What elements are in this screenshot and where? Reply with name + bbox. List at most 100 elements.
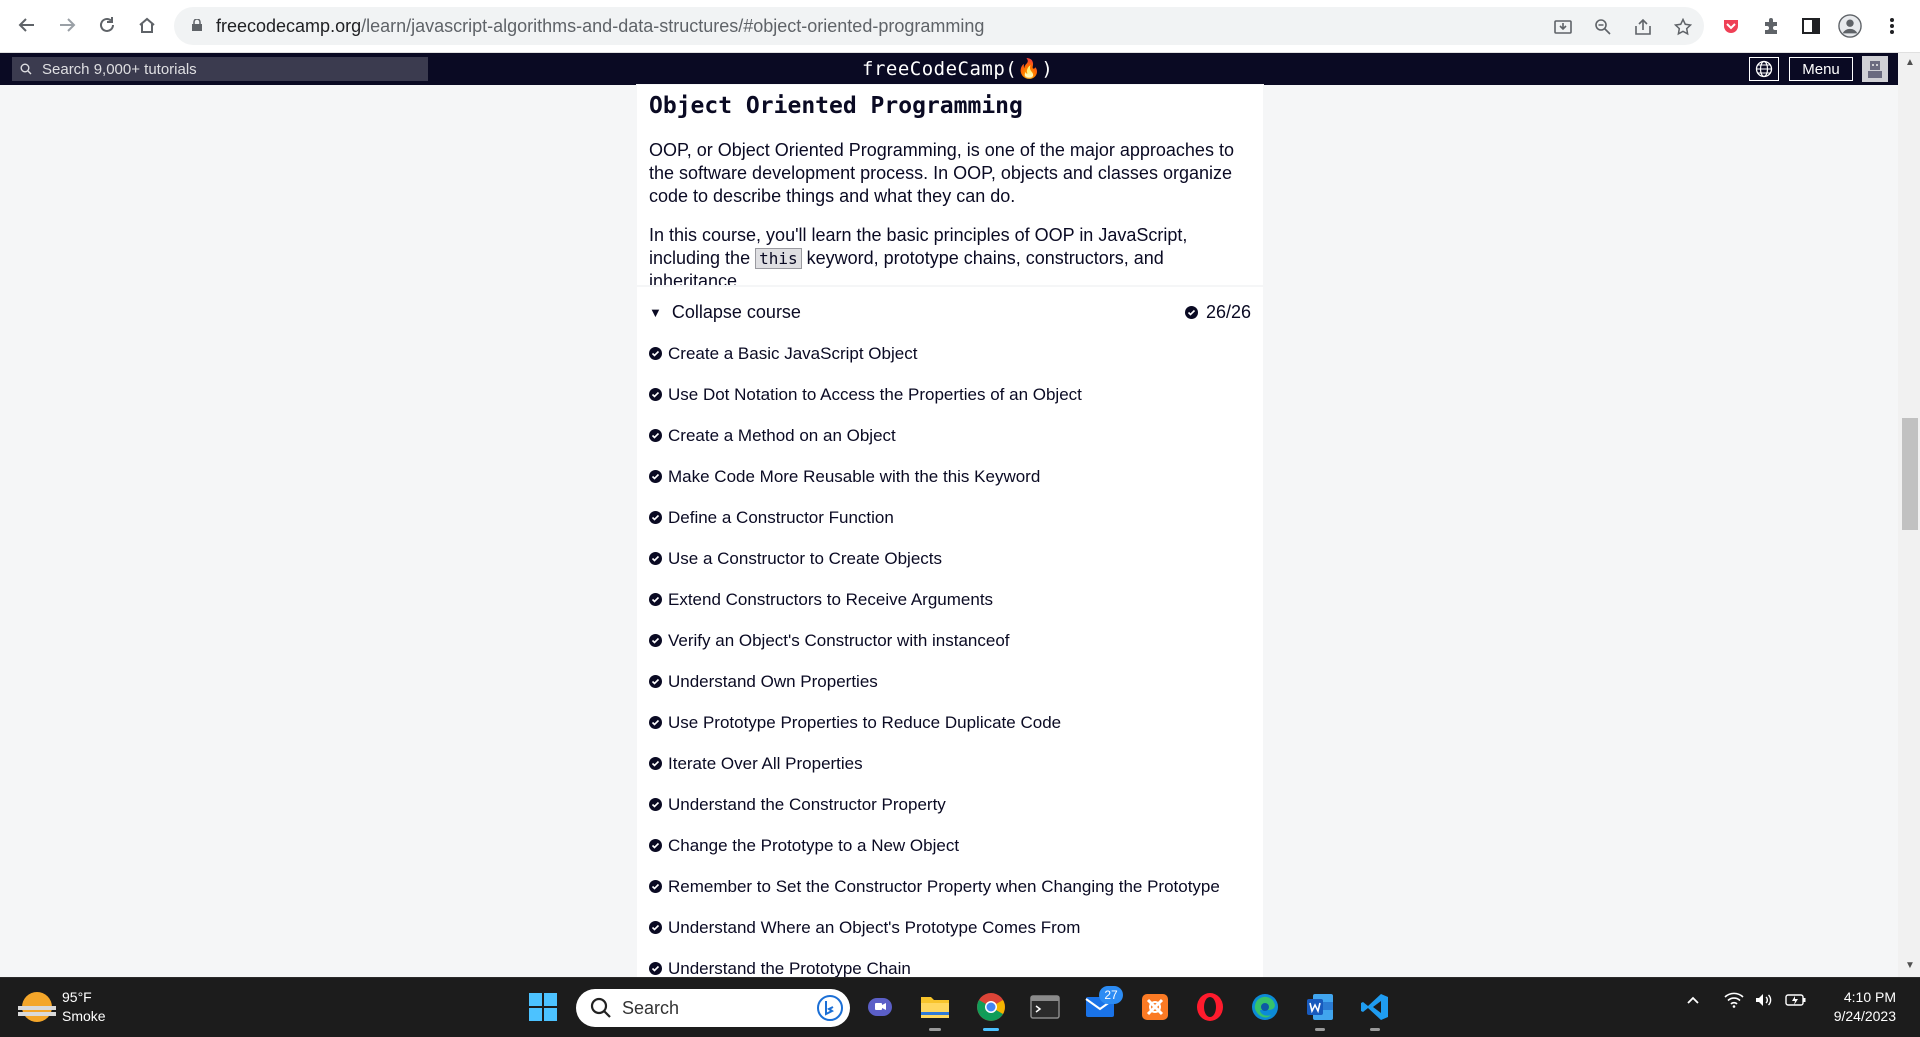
- file-explorer-icon[interactable]: [918, 990, 952, 1024]
- profile-icon[interactable]: [1838, 14, 1862, 38]
- pocket-icon[interactable]: [1719, 14, 1743, 38]
- lesson-item[interactable]: Understand the Constructor Property: [649, 784, 1249, 825]
- collapse-course-toggle[interactable]: ▼ Collapse course: [649, 302, 801, 323]
- course-detail: In this course, you'll learn the basic p…: [649, 224, 1249, 293]
- lesson-item[interactable]: Create a Method on an Object: [649, 415, 1249, 456]
- avatar[interactable]: [1862, 56, 1888, 82]
- page-margin-right: [1263, 85, 1898, 977]
- taskbar-search-box[interactable]: Search: [576, 989, 850, 1027]
- lesson-title: Use Dot Notation to Access the Propertie…: [668, 384, 1082, 404]
- wifi-icon[interactable]: [1724, 992, 1744, 1013]
- lesson-item[interactable]: Verify an Object's Constructor with inst…: [649, 620, 1249, 661]
- weather-smoke-icon: [18, 992, 56, 1022]
- word-running-indicator: [1315, 1028, 1325, 1031]
- search-placeholder: Search 9,000+ tutorials: [42, 60, 197, 78]
- lesson-title: Create a Basic JavaScript Object: [668, 343, 918, 363]
- lesson-title: Understand Own Properties: [668, 671, 878, 691]
- search-icon: [590, 997, 611, 1018]
- windows-taskbar: 95°F Smoke Search 27 4:10 PM 9/24/2023: [0, 977, 1920, 1037]
- menu-button[interactable]: Menu: [1789, 57, 1853, 81]
- chevron-up-icon[interactable]: [1685, 992, 1701, 1013]
- mail-unread-badge: 27: [1099, 986, 1123, 1004]
- lesson-item[interactable]: Use a Constructor to Create Objects: [649, 538, 1249, 579]
- xampp-icon[interactable]: [1138, 990, 1172, 1024]
- lesson-item[interactable]: Remember to Set the Constructor Property…: [649, 866, 1249, 907]
- windows-start-icon[interactable]: [526, 990, 560, 1024]
- bookmark-star-icon[interactable]: [1672, 16, 1694, 38]
- scrollbar-thumb[interactable]: [1902, 418, 1918, 530]
- share-icon[interactable]: [1632, 16, 1654, 38]
- bing-icon[interactable]: [816, 994, 844, 1022]
- install-icon[interactable]: [1552, 16, 1574, 38]
- search-icon: [20, 63, 32, 75]
- puzzle-extensions-icon[interactable]: [1759, 14, 1783, 38]
- lesson-item[interactable]: Extend Constructors to Receive Arguments: [649, 579, 1249, 620]
- battery-icon[interactable]: [1785, 992, 1807, 1013]
- fcc-logo[interactable]: freeCodeCamp(🔥): [862, 57, 1053, 80]
- check-circle-icon: [649, 716, 662, 729]
- lesson-list: Create a Basic JavaScript Object Use Dot …: [649, 333, 1249, 977]
- progress-count: 26/26: [1205, 302, 1251, 322]
- lesson-item[interactable]: Define a Constructor Function: [649, 497, 1249, 538]
- weather-desc: Smoke: [62, 1008, 106, 1024]
- this-keyword-code: this: [755, 248, 802, 269]
- course-title: Object Oriented Programming: [649, 93, 1023, 119]
- lesson-item[interactable]: Understand the Prototype Chain: [649, 948, 1249, 977]
- lesson-item[interactable]: Understand Own Properties: [649, 661, 1249, 702]
- reload-icon[interactable]: [94, 12, 120, 38]
- vscode-running-indicator: [1370, 1028, 1380, 1031]
- back-icon[interactable]: [14, 12, 40, 38]
- url-path: /learn/javascript-algorithms-and-data-st…: [361, 16, 985, 36]
- globe-icon: [1755, 60, 1773, 78]
- check-circle-icon: [649, 470, 662, 483]
- check-circle-icon: [649, 347, 662, 360]
- lesson-title: Define a Constructor Function: [668, 507, 894, 527]
- home-icon[interactable]: [134, 12, 160, 38]
- course-progress: 26/26: [1184, 302, 1251, 323]
- vscode-icon[interactable]: [1358, 990, 1392, 1024]
- url-host: freecodecamp.org: [216, 16, 362, 36]
- triangle-down-icon: ▼: [649, 305, 662, 320]
- lesson-title: Change the Prototype to a New Object: [668, 835, 960, 855]
- check-circle-icon: [649, 552, 662, 565]
- chrome-icon[interactable]: [974, 990, 1008, 1024]
- more-menu-icon[interactable]: [1880, 14, 1904, 38]
- lesson-title: Use Prototype Properties to Reduce Dupli…: [668, 712, 1062, 732]
- side-panel-icon[interactable]: [1799, 14, 1823, 38]
- forward-icon[interactable]: [54, 12, 80, 38]
- check-circle-icon: [649, 388, 662, 401]
- url-text[interactable]: freecodecamp.org/learn/javascript-algori…: [216, 16, 984, 37]
- opera-icon[interactable]: [1193, 990, 1227, 1024]
- language-button[interactable]: [1749, 57, 1779, 81]
- lesson-title: Understand Where an Object's Prototype C…: [668, 917, 1081, 937]
- browser-toolbar: freecodecamp.org/learn/javascript-algori…: [0, 0, 1920, 53]
- lesson-item[interactable]: Change the Prototype to a New Object: [649, 825, 1249, 866]
- address-bar[interactable]: freecodecamp.org/learn/javascript-algori…: [174, 7, 1704, 45]
- lesson-item[interactable]: Create a Basic JavaScript Object: [649, 333, 1249, 374]
- volume-icon[interactable]: [1754, 992, 1774, 1013]
- page-margin-left: [0, 85, 637, 977]
- lesson-item[interactable]: Use Dot Notation to Access the Propertie…: [649, 374, 1249, 415]
- check-circle-icon: [649, 880, 662, 893]
- word-icon[interactable]: [1303, 990, 1337, 1024]
- clock-date: 9/24/2023: [1833, 1008, 1896, 1024]
- chat-icon[interactable]: [863, 990, 897, 1024]
- zoom-icon[interactable]: [1592, 16, 1614, 38]
- check-circle-icon: [1184, 306, 1198, 319]
- terminal-icon[interactable]: [1028, 990, 1062, 1024]
- lesson-title: Make Code More Reusable with the this Ke…: [668, 466, 1041, 486]
- lesson-item[interactable]: Use Prototype Properties to Reduce Dupli…: [649, 702, 1249, 743]
- scroll-up-icon[interactable]: ▲: [1903, 57, 1917, 69]
- weather-widget[interactable]: 95°F Smoke: [18, 988, 106, 1026]
- lesson-item[interactable]: Understand Where an Object's Prototype C…: [649, 907, 1249, 948]
- edge-icon[interactable]: [1248, 990, 1282, 1024]
- tutorial-search-box[interactable]: Search 9,000+ tutorials: [12, 57, 428, 81]
- lesson-item[interactable]: Make Code More Reusable with the this Ke…: [649, 456, 1249, 497]
- explorer-running-indicator: [929, 1028, 941, 1031]
- system-clock[interactable]: 4:10 PM 9/24/2023: [1820, 988, 1896, 1026]
- lesson-title: Understand the Constructor Property: [668, 794, 946, 814]
- check-circle-icon: [649, 593, 662, 606]
- scroll-down-icon[interactable]: ▼: [1903, 960, 1917, 972]
- course-intro: OOP, or Object Oriented Programming, is …: [649, 140, 1234, 206]
- lesson-item[interactable]: Iterate Over All Properties: [649, 743, 1249, 784]
